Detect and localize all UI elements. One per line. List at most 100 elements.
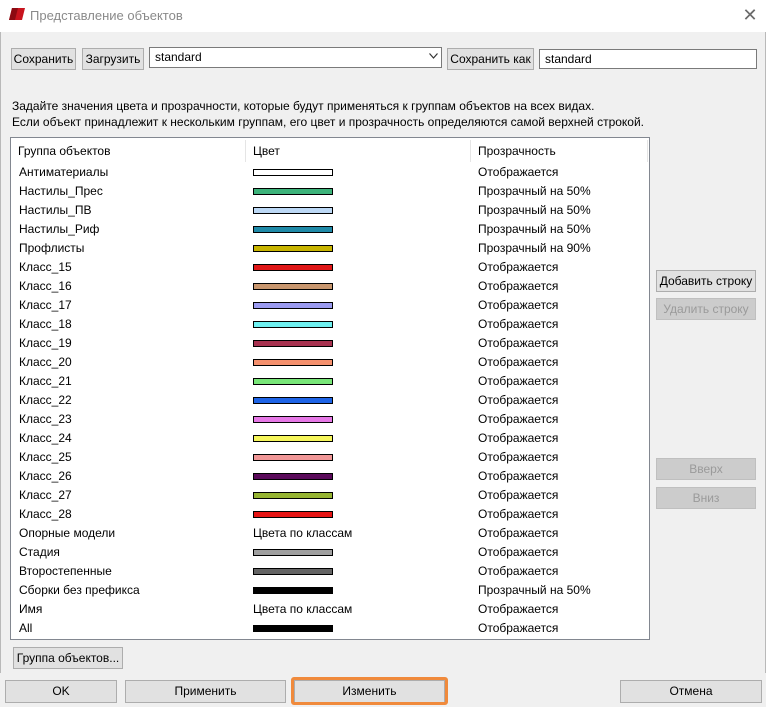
object-groups-table[interactable]: Группа объектов Цвет Прозрачность Антима…: [10, 137, 650, 640]
transparency-cell[interactable]: Отображается: [478, 429, 558, 448]
save-as-name-input[interactable]: standard: [539, 49, 757, 69]
column-header-group[interactable]: Группа объектов: [11, 138, 245, 162]
color-swatch[interactable]: [253, 625, 333, 632]
table-row[interactable]: Класс_19 Отображается: [11, 334, 647, 353]
transparency-cell[interactable]: Отображается: [478, 543, 558, 562]
cancel-button[interactable]: Отмена: [620, 680, 762, 703]
table-row[interactable]: Имя Цвета по классам Отображается: [11, 600, 647, 619]
color-swatch[interactable]: [253, 245, 333, 252]
save-button[interactable]: Сохранить: [11, 48, 76, 70]
table-row[interactable]: Класс_21 Отображается: [11, 372, 647, 391]
transparency-cell[interactable]: Отображается: [478, 163, 558, 182]
transparency-cell[interactable]: Отображается: [478, 448, 558, 467]
object-group-button[interactable]: Группа объектов...: [13, 647, 123, 669]
add-row-button[interactable]: Добавить строку: [656, 270, 756, 292]
transparency-cell[interactable]: Прозрачный на 50%: [478, 581, 591, 600]
transparency-cell[interactable]: Отображается: [478, 486, 558, 505]
color-swatch[interactable]: [253, 511, 333, 518]
transparency-cell[interactable]: Прозрачный на 50%: [478, 220, 591, 239]
color-swatch[interactable]: [253, 454, 333, 461]
table-row[interactable]: All Отображается: [11, 619, 647, 638]
transparency-cell[interactable]: Отображается: [478, 391, 558, 410]
color-swatch[interactable]: [253, 283, 333, 290]
table-row[interactable]: Класс_16 Отображается: [11, 277, 647, 296]
load-button[interactable]: Загрузить: [82, 48, 144, 70]
transparency-cell[interactable]: Прозрачный на 50%: [478, 201, 591, 220]
save-as-name-value: standard: [545, 52, 592, 66]
color-swatch[interactable]: [253, 549, 333, 556]
table-row[interactable]: Профлисты Прозрачный на 90%: [11, 239, 647, 258]
color-swatch[interactable]: [253, 359, 333, 366]
transparency-cell[interactable]: Отображается: [478, 410, 558, 429]
table-row[interactable]: Класс_25 Отображается: [11, 448, 647, 467]
column-header-color[interactable]: Цвет: [246, 138, 470, 162]
move-up-button[interactable]: Вверх: [656, 458, 756, 480]
transparency-cell[interactable]: Отображается: [478, 315, 558, 334]
table-row[interactable]: Сборки без префикса Прозрачный на 50%: [11, 581, 647, 600]
color-swatch[interactable]: [253, 340, 333, 347]
table-row[interactable]: Класс_20 Отображается: [11, 353, 647, 372]
table-row[interactable]: Класс_28 Отображается: [11, 505, 647, 524]
delete-row-button[interactable]: Удалить строку: [656, 298, 756, 320]
color-swatch[interactable]: [253, 169, 333, 176]
table-row[interactable]: Класс_23 Отображается: [11, 410, 647, 429]
color-swatch[interactable]: [253, 568, 333, 575]
table-row[interactable]: Настилы_ПВ Прозрачный на 50%: [11, 201, 647, 220]
table-row[interactable]: Стадия Отображается: [11, 543, 647, 562]
transparency-cell[interactable]: Отображается: [478, 334, 558, 353]
table-row[interactable]: Класс_18 Отображается: [11, 315, 647, 334]
group-name-cell: Антиматериалы: [19, 165, 109, 179]
group-name-cell: All: [19, 621, 33, 635]
transparency-cell[interactable]: Отображается: [478, 505, 558, 524]
preset-select[interactable]: standard: [149, 47, 442, 68]
group-name-cell: Класс_16: [19, 279, 72, 293]
group-name-cell: Профлисты: [19, 241, 85, 255]
transparency-cell[interactable]: Отображается: [478, 562, 558, 581]
table-row[interactable]: Класс_26 Отображается: [11, 467, 647, 486]
color-cell-text[interactable]: Цвета по классам: [253, 600, 352, 619]
color-swatch[interactable]: [253, 207, 333, 214]
transparency-cell[interactable]: Отображается: [478, 277, 558, 296]
transparency-cell[interactable]: Отображается: [478, 619, 558, 638]
color-swatch[interactable]: [253, 587, 333, 594]
group-name-cell: Класс_15: [19, 260, 72, 274]
color-swatch[interactable]: [253, 397, 333, 404]
description-text: Задайте значения цвета и прозрачности, к…: [12, 98, 644, 130]
color-swatch[interactable]: [253, 321, 333, 328]
table-row[interactable]: Опорные модели Цвета по классам Отображает…: [11, 524, 647, 543]
move-down-button[interactable]: Вниз: [656, 487, 756, 509]
transparency-cell[interactable]: Прозрачный на 50%: [478, 182, 591, 201]
table-row[interactable]: Второстепенные Отображается: [11, 562, 647, 581]
color-swatch[interactable]: [253, 226, 333, 233]
color-swatch[interactable]: [253, 264, 333, 271]
color-swatch[interactable]: [253, 416, 333, 423]
table-row[interactable]: Антиматериалы Отображается: [11, 163, 647, 182]
color-swatch[interactable]: [253, 435, 333, 442]
color-swatch[interactable]: [253, 492, 333, 499]
color-cell-text[interactable]: Цвета по классам: [253, 524, 352, 543]
transparency-cell[interactable]: Отображается: [478, 524, 558, 543]
transparency-cell[interactable]: Отображается: [478, 258, 558, 277]
transparency-cell[interactable]: Отображается: [478, 296, 558, 315]
transparency-cell[interactable]: Отображается: [478, 467, 558, 486]
color-swatch[interactable]: [253, 378, 333, 385]
transparency-cell[interactable]: Отображается: [478, 353, 558, 372]
color-swatch[interactable]: [253, 473, 333, 480]
transparency-cell[interactable]: Отображается: [478, 600, 558, 619]
color-swatch[interactable]: [253, 188, 333, 195]
table-row[interactable]: Класс_15 Отображается: [11, 258, 647, 277]
table-row[interactable]: Настилы_Прес Прозрачный на 50%: [11, 182, 647, 201]
close-icon[interactable]: ✕: [738, 4, 762, 26]
transparency-cell[interactable]: Прозрачный на 90%: [478, 239, 591, 258]
save-as-button[interactable]: Сохранить как: [447, 48, 534, 70]
table-row[interactable]: Класс_24 Отображается: [11, 429, 647, 448]
ok-button[interactable]: OK: [5, 680, 117, 703]
table-row[interactable]: Настилы_Риф Прозрачный на 50%: [11, 220, 647, 239]
table-row[interactable]: Класс_22 Отображается: [11, 391, 647, 410]
apply-button[interactable]: Применить: [125, 680, 286, 703]
table-row[interactable]: Класс_17 Отображается: [11, 296, 647, 315]
table-row[interactable]: Класс_27 Отображается: [11, 486, 647, 505]
column-header-transparency[interactable]: Прозрачность: [471, 138, 647, 162]
transparency-cell[interactable]: Отображается: [478, 372, 558, 391]
color-swatch[interactable]: [253, 302, 333, 309]
